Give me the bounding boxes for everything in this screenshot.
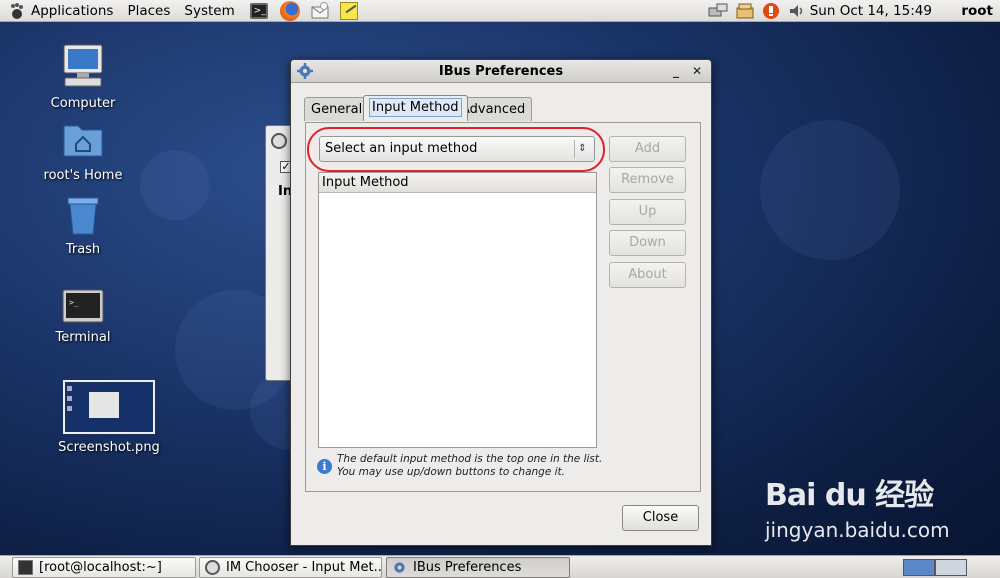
close-button[interactable]: Close [622, 505, 699, 531]
computer-icon [63, 44, 103, 87]
trash-icon [67, 197, 99, 235]
home-folder-icon [63, 125, 103, 157]
menu-applications[interactable]: Applications [26, 0, 120, 22]
notes-launcher-icon[interactable] [339, 1, 358, 20]
desktop-icon-label: root's Home [43, 168, 123, 183]
ibus-preferences-dialog[interactable]: IBus Preferences _ ✕ General Input Metho… [290, 59, 712, 546]
watermark-brand: Bai du 经验 [765, 478, 934, 513]
image-thumbnail-icon [63, 380, 155, 434]
tab-input-method-label: Input Method [369, 98, 462, 117]
gear-icon [392, 560, 407, 575]
volume-icon[interactable] [788, 2, 806, 20]
desktop-icon-trash[interactable]: Trash [28, 192, 138, 257]
desktop-icon-terminal[interactable]: >_ Terminal [28, 288, 138, 345]
info-icon: i [317, 459, 332, 474]
desktop-icon-screenshot[interactable]: Screenshot.png [54, 380, 164, 455]
task-label: IBus Preferences [413, 560, 522, 575]
firefox-launcher-icon[interactable] [279, 0, 300, 21]
top-panel: Applications Places System >_ Sun Oct 14… [0, 0, 1000, 22]
tab-input-method[interactable]: Input Method [363, 95, 468, 121]
package-updater-icon[interactable] [735, 2, 754, 20]
menu-places[interactable]: Places [120, 0, 177, 22]
network-icon[interactable] [708, 2, 728, 20]
im-chooser-icon [271, 133, 287, 149]
svg-text:>_: >_ [69, 298, 79, 307]
terminal-icon [18, 560, 33, 575]
baidu-watermark: Bai du 经验 jingyan.baidu.com [765, 470, 950, 542]
minimize-button[interactable]: _ [669, 60, 683, 83]
window-title: IBus Preferences [438, 64, 564, 79]
background-bokeh [140, 150, 210, 220]
workspace-1[interactable] [903, 559, 935, 576]
task-terminal[interactable]: [root@localhost:~] [12, 557, 196, 578]
watermark-url: jingyan.baidu.com [765, 518, 950, 542]
remove-button[interactable]: Remove [609, 167, 686, 193]
desktop-icon-computer[interactable]: Computer [28, 42, 138, 111]
im-chooser-icon [205, 560, 220, 575]
desktop-icon-label: Trash [65, 242, 101, 257]
menu-system[interactable]: System [177, 0, 241, 22]
alert-icon[interactable] [762, 2, 780, 20]
desktop-icon-label: Computer [50, 96, 116, 111]
info-text: The default input method is the top one … [337, 453, 602, 479]
title-bar[interactable]: IBus Preferences _ ✕ [291, 60, 711, 83]
input-method-list[interactable]: Input Method [318, 172, 597, 448]
desktop-icon-home[interactable]: root's Home [28, 118, 138, 183]
info-text-line: You may use up/down buttons to change it… [337, 466, 566, 478]
user-name[interactable]: root [961, 0, 993, 22]
clock[interactable]: Sun Oct 14, 15:49 [810, 0, 932, 22]
about-button[interactable]: About [609, 262, 686, 288]
bottom-panel: [root@localhost:~] IM Chooser - Input Me… [0, 555, 1000, 578]
terminal-icon: >_ [62, 289, 104, 323]
up-button[interactable]: Up [609, 199, 686, 225]
close-window-button[interactable]: ✕ [690, 60, 704, 83]
workspace-2[interactable] [935, 559, 967, 576]
gnome-foot-icon [8, 2, 26, 20]
down-button[interactable]: Down [609, 230, 686, 256]
task-label: IM Chooser - Input Met... [226, 560, 382, 575]
list-column-header[interactable]: Input Method [319, 173, 596, 193]
desktop-icon-label: Screenshot.png [58, 440, 160, 455]
task-im-chooser[interactable]: IM Chooser - Input Met... [199, 557, 382, 578]
background-bokeh [760, 120, 900, 260]
mail-launcher-icon[interactable] [310, 1, 330, 20]
red-highlight-annotation [307, 127, 605, 172]
task-ibus-preferences[interactable]: IBus Preferences [386, 557, 570, 578]
terminal-launcher-icon[interactable]: >_ [249, 2, 268, 19]
tab-general[interactable]: General [304, 97, 370, 121]
add-button[interactable]: Add [609, 136, 686, 162]
task-label: [root@localhost:~] [39, 560, 162, 575]
info-text-line: The default input method is the top one … [337, 453, 603, 465]
desktop-icon-label: Terminal [55, 330, 111, 345]
